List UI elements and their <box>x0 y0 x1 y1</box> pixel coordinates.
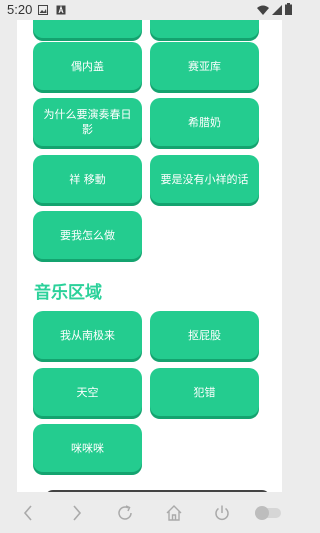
refresh-icon[interactable] <box>114 502 136 524</box>
sound-button[interactable] <box>33 20 142 38</box>
battery-icon <box>285 3 292 19</box>
sound-button[interactable]: 抠屁股 <box>150 311 259 359</box>
status-time: 5:20 <box>7 2 33 17</box>
sound-button[interactable]: 咪咪咪 <box>33 424 142 472</box>
status-bar: 5:20 <box>0 0 300 20</box>
toggle-icon[interactable] <box>254 502 282 524</box>
sound-button[interactable]: 为什么要演奏春日影 <box>33 98 142 146</box>
power-icon[interactable] <box>211 502 233 524</box>
signal-icon <box>272 4 282 19</box>
home-icon[interactable] <box>163 502 185 524</box>
notification-image-icon <box>38 4 48 15</box>
forward-icon[interactable] <box>66 502 88 524</box>
sound-button[interactable] <box>150 20 259 38</box>
sound-button[interactable]: 赛亚库 <box>150 42 259 90</box>
notification-a-icon <box>56 4 66 15</box>
wifi-icon <box>257 4 269 19</box>
sound-button[interactable]: 希腊奶 <box>150 98 259 146</box>
sound-button[interactable]: 祥 移動 <box>33 155 142 203</box>
sound-button[interactable]: 天空 <box>33 368 142 416</box>
sound-button[interactable]: 偶内盖 <box>33 42 142 90</box>
sound-board-content: 偶内盖 赛亚库 为什么要演奏春日影 希腊奶 祥 移動 要是没有小祥的话 要我怎么… <box>17 20 282 492</box>
sound-button[interactable]: 犯错 <box>150 368 259 416</box>
browser-nav-bar <box>0 492 300 533</box>
sound-button[interactable]: 要是没有小祥的话 <box>150 155 259 203</box>
section-title-music: 音乐区域 <box>34 283 102 303</box>
sound-button[interactable]: 要我怎么做 <box>33 211 142 259</box>
sound-button[interactable]: 我从南极来 <box>33 311 142 359</box>
back-icon[interactable] <box>17 502 39 524</box>
